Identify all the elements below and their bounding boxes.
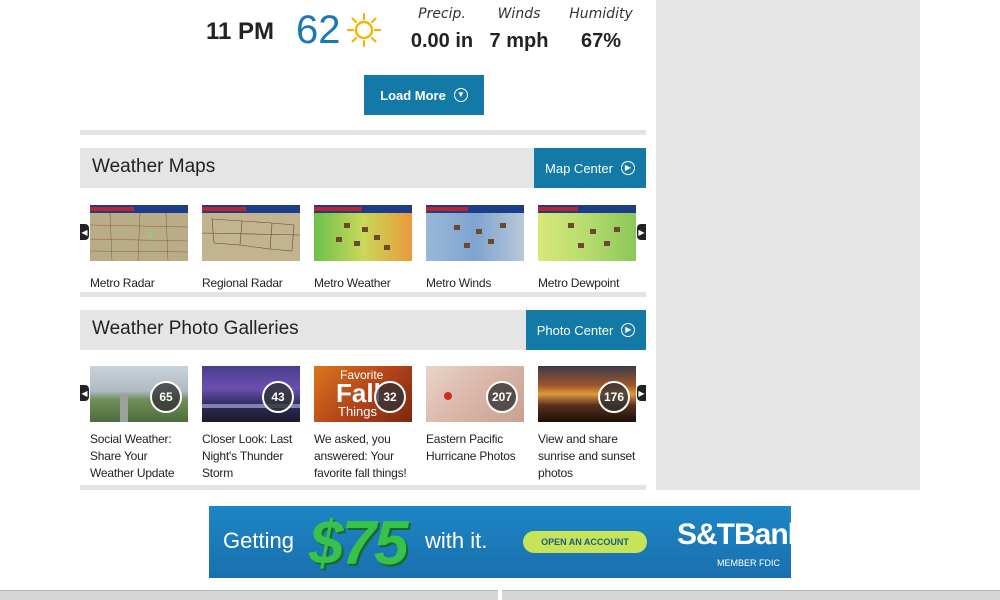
map-card-label: Metro Winds bbox=[426, 276, 492, 290]
humidity-label: Humidity bbox=[569, 6, 633, 22]
photo-count-badge: 32 bbox=[374, 381, 406, 413]
load-more-label: Load More bbox=[380, 87, 446, 103]
ad-amount: $75 bbox=[309, 509, 408, 578]
footer-divider bbox=[498, 590, 502, 600]
gallery-thumbnail: 207 bbox=[426, 366, 524, 422]
metro-weather-thumbnail bbox=[314, 205, 412, 261]
carousel-prev-icon[interactable]: ◀ bbox=[80, 385, 89, 401]
right-sidebar bbox=[656, 0, 920, 490]
precip-label: Precip. bbox=[418, 6, 466, 22]
divider bbox=[80, 130, 646, 135]
map-card-regional-radar[interactable]: Regional Radar bbox=[201, 205, 301, 292]
photo-galleries-carousel: ◀ ▶ 65 Social Weather: Share Your Weathe… bbox=[80, 366, 646, 484]
gallery-card[interactable]: Favorite Fall Things 32 We asked, you an… bbox=[314, 366, 412, 482]
carousel-next-icon[interactable]: ▶ bbox=[637, 224, 646, 240]
winds-label: Winds bbox=[497, 6, 541, 22]
regional-radar-thumbnail bbox=[201, 205, 301, 261]
bank-logo: S&TBank bbox=[677, 518, 791, 551]
arrow-right-circle-icon: ▶ bbox=[620, 161, 635, 175]
map-card-metro-dewpoint[interactable]: Metro Dewpoint bbox=[538, 205, 636, 292]
gallery-card-label: We asked, you answered: Your favorite fa… bbox=[314, 432, 407, 480]
gallery-card-label: Social Weather: Share Your Weather Updat… bbox=[90, 432, 175, 480]
winds-stat: Winds 7 mph bbox=[484, 6, 554, 53]
member-fdic-text: MEMBER FDIC bbox=[717, 558, 780, 568]
precip-stat: Precip. 0.00 in bbox=[402, 6, 482, 53]
hourly-forecast-row: 11 PM 62 Precip. 0.00 in Winds 7 mph Hum… bbox=[80, 0, 646, 60]
arrow-down-circle-icon: ▼ bbox=[453, 88, 468, 102]
carousel-next-icon[interactable]: ▶ bbox=[637, 385, 646, 401]
ad-text-with-it: with it. bbox=[425, 528, 488, 553]
photo-galleries-header: Weather Photo Galleries Photo Center ▶ bbox=[80, 310, 646, 350]
arrow-right-circle-icon: ▶ bbox=[621, 323, 636, 337]
map-card-label: Regional Radar bbox=[202, 276, 283, 290]
gallery-card[interactable]: 43 Closer Look: Last Night's Thunder Sto… bbox=[202, 366, 300, 482]
photo-center-button[interactable]: Photo Center ▶ bbox=[526, 310, 646, 350]
map-card-metro-winds[interactable]: Metro Winds bbox=[426, 205, 524, 292]
photo-galleries-title: Weather Photo Galleries bbox=[92, 318, 299, 339]
advertisement-banner[interactable]: Getting $75 with it. OPEN AN ACCOUNT S&T… bbox=[209, 506, 791, 578]
metro-dewpoint-thumbnail bbox=[538, 205, 636, 261]
hour-time: 11 PM bbox=[206, 18, 275, 45]
gallery-thumbnail: Favorite Fall Things 32 bbox=[314, 366, 412, 422]
hour-temperature: 62 bbox=[296, 8, 341, 52]
load-more-button[interactable]: Load More ▼ bbox=[364, 75, 484, 115]
metro-radar-thumbnail bbox=[89, 205, 189, 262]
map-card-label: Metro Radar bbox=[90, 276, 155, 290]
weather-maps-carousel: ◀ ▶ Metro Radar Regional Radar Metro Wea… bbox=[80, 205, 646, 290]
map-center-button[interactable]: Map Center ▶ bbox=[534, 148, 646, 188]
gallery-card-label: View and share sunrise and sunset photos bbox=[538, 432, 636, 480]
photo-count-badge: 65 bbox=[150, 381, 182, 413]
gallery-thumbnail: 176 bbox=[538, 366, 636, 422]
winds-value: 7 mph bbox=[489, 30, 549, 52]
humidity-value: 67% bbox=[580, 30, 622, 52]
gallery-thumbnail: 43 bbox=[202, 366, 300, 422]
gallery-card-label: Closer Look: Last Night's Thunder Storm bbox=[202, 432, 292, 480]
humidity-stat: Humidity 67% bbox=[564, 6, 638, 53]
precip-value: 0.00 in bbox=[410, 30, 474, 52]
map-card-metro-weather[interactable]: Metro Weather bbox=[314, 205, 412, 292]
map-card-metro-radar[interactable]: Metro Radar bbox=[89, 205, 189, 292]
divider bbox=[80, 292, 646, 297]
gallery-card[interactable]: 207 Eastern Pacific Hurricane Photos bbox=[426, 366, 524, 465]
map-card-label: Metro Weather bbox=[314, 276, 391, 290]
gallery-thumbnail: 65 bbox=[90, 366, 188, 422]
photo-count-badge: 43 bbox=[262, 381, 294, 413]
photo-center-label: Photo Center bbox=[536, 322, 614, 338]
divider bbox=[80, 485, 646, 490]
carousel-prev-icon[interactable]: ◀ bbox=[80, 224, 89, 240]
map-center-label: Map Center bbox=[545, 160, 613, 176]
weather-maps-title: Weather Maps bbox=[92, 156, 216, 177]
weather-maps-header: Weather Maps Map Center ▶ bbox=[80, 148, 646, 188]
gallery-card-label: Eastern Pacific Hurricane Photos bbox=[426, 432, 516, 463]
sun-icon bbox=[346, 12, 382, 48]
ad-text-getting: Getting bbox=[223, 528, 294, 553]
gallery-card[interactable]: 65 Social Weather: Share Your Weather Up… bbox=[90, 366, 188, 482]
metro-winds-thumbnail bbox=[426, 205, 524, 261]
photo-count-badge: 176 bbox=[598, 381, 630, 413]
gallery-card[interactable]: 176 View and share sunrise and sunset ph… bbox=[538, 366, 636, 482]
photo-count-badge: 207 bbox=[486, 381, 518, 413]
open-account-button[interactable]: OPEN AN ACCOUNT bbox=[523, 531, 647, 553]
map-card-label: Metro Dewpoint bbox=[538, 276, 620, 290]
